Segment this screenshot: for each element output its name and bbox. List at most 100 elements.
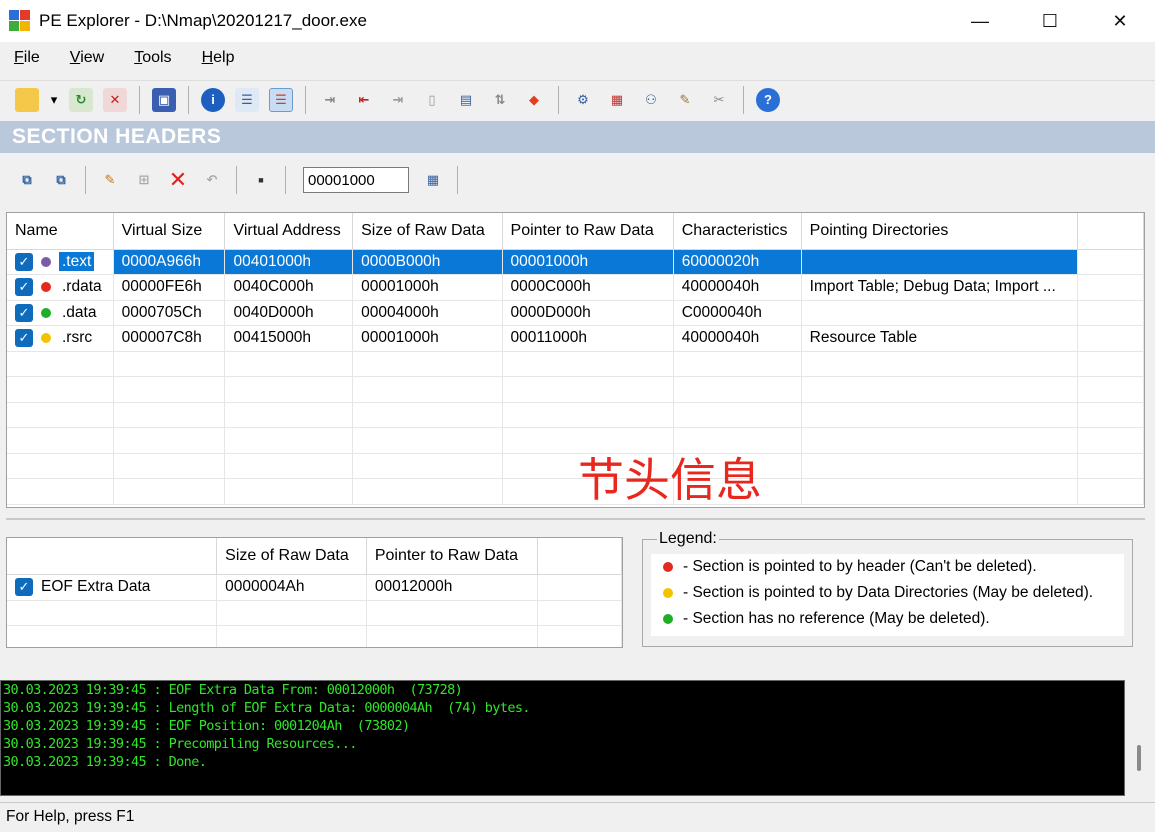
- column-header[interactable]: Name: [7, 213, 114, 250]
- window-title: PE Explorer - D:\Nmap\20201217_door.exe: [39, 11, 367, 30]
- checkbox[interactable]: ✓: [15, 577, 33, 596]
- export-icon[interactable]: ⇥: [318, 88, 342, 112]
- table-header-row: Size of Raw Data Pointer to Raw Data: [7, 538, 622, 575]
- open-folder-icon[interactable]: [15, 87, 39, 112]
- maximize-button[interactable]: ☐: [1015, 0, 1085, 42]
- column-header[interactable]: Size of Raw Data: [352, 213, 503, 250]
- menu-view[interactable]: View: [62, 49, 112, 67]
- help-icon[interactable]: ?: [756, 87, 780, 112]
- splitter[interactable]: [6, 518, 1145, 520]
- info-icon[interactable]: i: [201, 87, 225, 112]
- save-icon[interactable]: ▣: [152, 87, 176, 112]
- reload-icon[interactable]: ↻: [69, 87, 93, 112]
- log-console[interactable]: 30.03.2023 19:39:45 : EOF Extra Data Fro…: [0, 680, 1125, 796]
- menu-tools[interactable]: Tools: [126, 49, 179, 67]
- undo-icon[interactable]: ↶: [200, 168, 224, 192]
- name-cell[interactable]: ✓ .data: [7, 300, 114, 326]
- pen-tool-icon[interactable]: ✎: [673, 88, 697, 112]
- table-cell: Resource Table: [801, 325, 1079, 352]
- disassembler-icon[interactable]: ⚇: [639, 88, 663, 112]
- offset-input[interactable]: [303, 167, 409, 193]
- column-header[interactable]: Pointer to Raw Data: [502, 213, 674, 250]
- table-row[interactable]: ✓ .rsrc 000007C8h 00415000h 00001000h 000…: [7, 325, 1144, 352]
- yellow-dot-icon: [663, 588, 673, 598]
- table-cell: 00001000h: [352, 274, 503, 301]
- checkbox[interactable]: ✓: [15, 278, 33, 297]
- table-row[interactable]: ✓ .text 0000A966h 00401000h 0000B000h 000…: [7, 249, 1144, 275]
- section-headers-icon[interactable]: ☰: [269, 87, 293, 112]
- copy-all-icon[interactable]: ⧉: [49, 168, 73, 192]
- color-diamond-icon[interactable]: ◆: [522, 88, 546, 112]
- tools-icon[interactable]: ✂: [707, 88, 731, 112]
- column-header[interactable]: Characteristics: [673, 213, 802, 250]
- legend-list: - Section is pointed to by header (Can't…: [651, 554, 1124, 636]
- close-file-icon[interactable]: ✕: [103, 87, 127, 112]
- table-cell: [1077, 249, 1144, 275]
- log-scrollbar[interactable]: [1137, 745, 1141, 771]
- column-header[interactable]: Pointer to Raw Data: [366, 538, 539, 575]
- legend-title: Legend:: [657, 530, 719, 548]
- dropdown-arrow-icon[interactable]: ▾: [49, 88, 59, 112]
- tree-view-icon[interactable]: ☰: [235, 87, 259, 112]
- table-cell: 00011000h: [502, 325, 674, 352]
- toolbar-separator: [305, 85, 306, 114]
- dependency-icon[interactable]: ▦: [605, 88, 629, 112]
- table-cell: 0000B000h: [352, 249, 503, 275]
- calculator-icon[interactable]: ▦: [421, 168, 445, 192]
- table-cell: [537, 574, 622, 601]
- status-dot-icon: [41, 282, 51, 293]
- log-line: 30.03.2023 19:39:45 : Done.: [3, 754, 207, 770]
- page-icon[interactable]: ▯: [420, 88, 444, 112]
- edit-section-icon[interactable]: ✎: [98, 168, 122, 192]
- name-cell[interactable]: ✓ .rsrc: [7, 325, 114, 352]
- name-cell[interactable]: ✓ EOF Extra Data: [7, 574, 218, 601]
- copy-section-icon[interactable]: ⧉: [15, 168, 39, 192]
- menu-file[interactable]: File: [6, 49, 48, 67]
- checkbox[interactable]: ✓: [15, 303, 33, 322]
- eof-grid[interactable]: Size of Raw Data Pointer to Raw Data ✓ EO…: [6, 537, 623, 648]
- legend-item: - Section is pointed to by Data Director…: [651, 580, 1124, 606]
- toolbar-separator: [457, 166, 458, 194]
- swap-page-icon[interactable]: ⇅: [488, 88, 512, 112]
- legend-item: - Section has no reference (May be delet…: [651, 606, 1124, 632]
- checkbox[interactable]: ✓: [15, 329, 33, 348]
- toolbar-separator: [139, 85, 140, 114]
- empty-row: [7, 402, 1144, 428]
- resource-export-icon[interactable]: ⇥: [386, 88, 410, 112]
- table-cell: Import Table; Debug Data; Import ...: [801, 274, 1079, 301]
- table-cell: [1077, 325, 1144, 352]
- table-cell: 40000040h: [673, 274, 802, 301]
- import-icon[interactable]: ⇤: [352, 88, 376, 112]
- column-header[interactable]: Virtual Address: [224, 213, 354, 250]
- table-row[interactable]: ✓ .rdata 00000FE6h 0040C000h 00001000h 00…: [7, 274, 1144, 301]
- empty-row: [7, 351, 1144, 377]
- log-line: 30.03.2023 19:39:45 : Precompiling Resou…: [3, 736, 357, 752]
- name-cell[interactable]: ✓ .rdata: [7, 274, 114, 301]
- column-header[interactable]: Virtual Size: [113, 213, 226, 250]
- status-bar: For Help, press F1: [0, 802, 1155, 832]
- status-dot-icon: [41, 307, 51, 318]
- empty-row: [7, 376, 1144, 403]
- name-cell[interactable]: ✓ .text: [7, 249, 114, 275]
- table-row[interactable]: ✓ .data 0000705Ch 0040D000h 00004000h 000…: [7, 300, 1144, 326]
- column-header[interactable]: Pointing Directories: [801, 213, 1079, 250]
- main-toolbar: ▾ ↻ ✕ ▣ i ☰ ☰ ⇥ ⇤ ⇥ ▯ ▤ ⇅ ◆ ⚙ ▦ ⚇ ✎ ✂ ?: [0, 80, 1155, 118]
- column-header[interactable]: Size of Raw Data: [216, 538, 367, 575]
- binary-view-icon[interactable]: ■: [249, 168, 273, 192]
- table-row[interactable]: ✓ EOF Extra Data 0000004Ah 00012000h: [7, 574, 622, 601]
- table-cell: 40000040h: [673, 325, 802, 352]
- delete-icon[interactable]: ✕: [166, 167, 190, 192]
- menu-help[interactable]: Help: [194, 49, 243, 67]
- close-button[interactable]: ✕: [1085, 0, 1155, 42]
- section-toolbar: ⧉ ⧉ ✎ ⊞ ✕ ↶ ■ ▦: [0, 158, 1155, 202]
- gear-icon[interactable]: ⚙: [571, 88, 595, 112]
- table-cell: 0000A966h: [113, 249, 226, 275]
- section-grid[interactable]: Name Virtual Size Virtual Address Size o…: [6, 212, 1145, 508]
- section-table: Name Virtual Size Virtual Address Size o…: [7, 213, 1144, 505]
- minimize-button[interactable]: —: [945, 0, 1015, 42]
- add-section-icon[interactable]: ⊞: [132, 168, 156, 192]
- table-cell: 00001000h: [352, 325, 503, 352]
- empty-row: [7, 453, 1144, 479]
- checkbox[interactable]: ✓: [15, 252, 33, 271]
- chart-page-icon[interactable]: ▤: [454, 88, 478, 112]
